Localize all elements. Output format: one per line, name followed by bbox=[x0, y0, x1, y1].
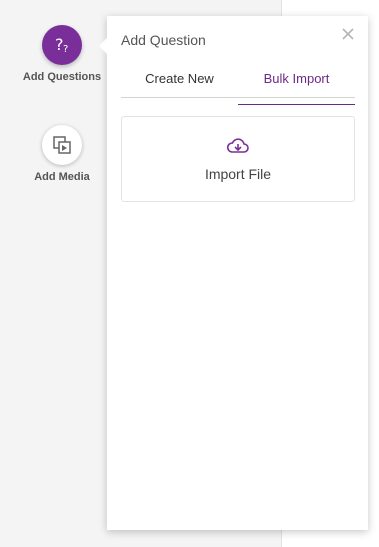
tab-create-new[interactable]: Create New bbox=[121, 69, 238, 97]
add-questions-label: Add Questions bbox=[22, 71, 102, 83]
svg-text:?: ? bbox=[63, 44, 68, 55]
media-icon bbox=[42, 125, 82, 165]
panel-title: Add Question bbox=[121, 32, 206, 48]
cloud-upload-icon bbox=[226, 137, 250, 160]
tab-bulk-import[interactable]: Bulk Import bbox=[238, 69, 355, 105]
tabs: Create New Bulk Import bbox=[121, 69, 355, 105]
add-questions-button[interactable]: ? ? Add Questions bbox=[0, 25, 124, 83]
close-icon[interactable] bbox=[340, 26, 356, 42]
add-media-label: Add Media bbox=[34, 171, 90, 183]
add-question-panel: Add Question Create New Bulk Import Impo… bbox=[99, 16, 368, 530]
add-media-button[interactable]: Add Media bbox=[0, 125, 124, 183]
question-mark-icon: ? ? bbox=[42, 25, 82, 65]
import-file-button[interactable]: Import File bbox=[121, 116, 355, 202]
import-file-label: Import File bbox=[204, 165, 272, 182]
